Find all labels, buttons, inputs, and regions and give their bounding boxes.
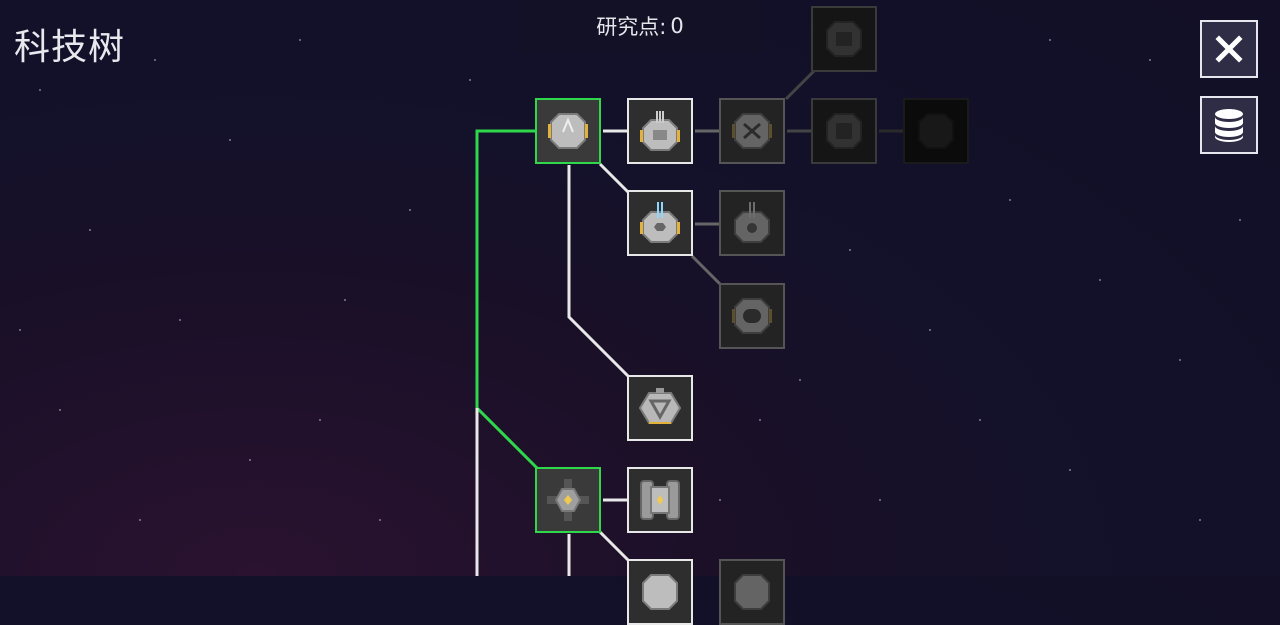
connection-locked [690,254,724,288]
turret-hull-icon [548,113,588,149]
page-title: 科技树 [14,27,126,68]
laser-turret-icon [734,202,770,243]
database-button[interactable] [1200,96,1258,154]
research-points-value: 0 [670,14,684,38]
tech-node-shield-1[interactable] [627,375,693,441]
capsule-hull-icon [732,298,772,334]
connection-available [567,165,630,378]
research-points-label: 研究点: [596,15,667,39]
tech-node-core-2[interactable] [627,559,693,625]
tech-node-laser-2[interactable] [719,190,785,256]
tech-node-gun-4[interactable] [811,98,877,164]
laser-turret-icon [640,202,680,243]
hull-icon [918,113,954,149]
tech-node-gun-5[interactable] [903,98,969,164]
tech-node-core-3[interactable] [719,559,785,625]
close-icon [1215,35,1243,63]
connection-available [598,162,630,194]
database-icon [1215,109,1243,142]
tech-node-engine-1[interactable] [627,467,693,533]
tech-node-hull-basic[interactable] [535,98,601,164]
tech-node-gun-2[interactable] [719,98,785,164]
engine-block-icon [640,480,680,520]
cannon-hull-icon [826,113,862,149]
core-cross-icon [547,479,589,521]
triple-barrel-turret-icon [640,111,680,151]
research-points-panel: 研究点: 0 [520,0,760,52]
connection-hidden [784,69,816,101]
tech-node-gun-1[interactable] [627,98,693,164]
tech-node-core-1[interactable] [535,467,601,533]
triangle-module-icon [638,388,682,424]
hull-icon [826,21,862,57]
close-button[interactable] [1200,20,1258,78]
connection-researched [475,129,539,470]
connection-available [598,530,630,562]
double-hull-icon [732,113,772,149]
tech-node-gun-3[interactable] [811,6,877,72]
tech-node-laser-3[interactable] [719,283,785,349]
tech-node-laser-1[interactable] [627,190,693,256]
